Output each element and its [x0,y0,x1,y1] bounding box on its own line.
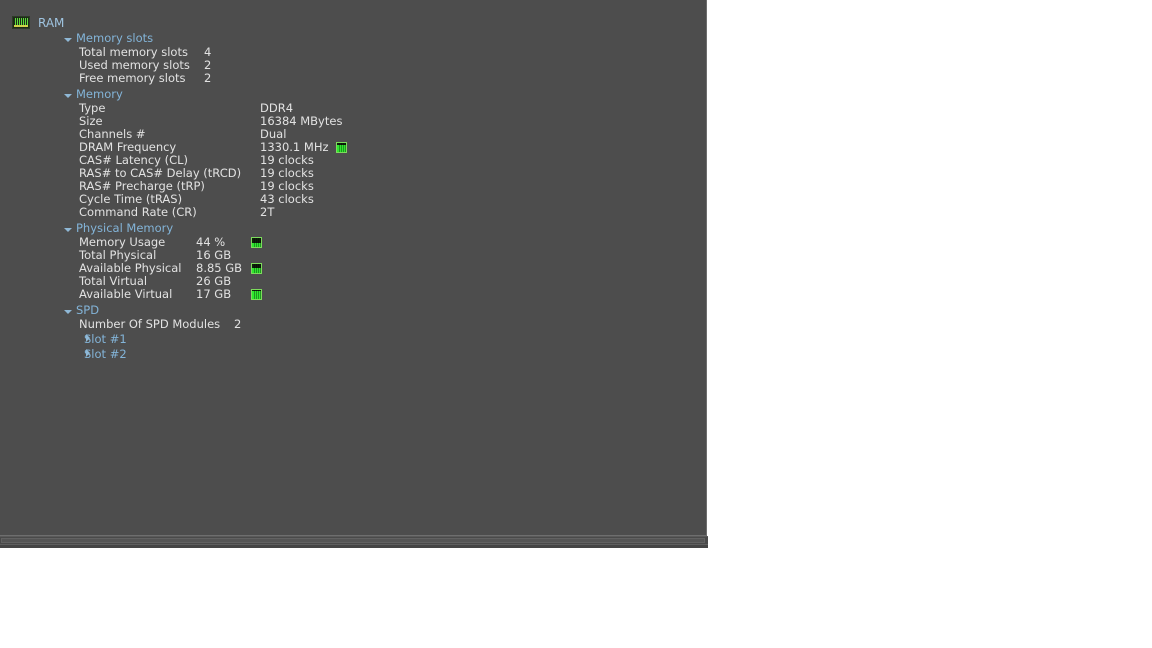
slot-label: Slot #1 [84,332,127,346]
available-physical-graph-icon[interactable] [251,263,262,274]
label: Free memory slots [79,71,186,85]
group-header-memory[interactable]: Memory [64,88,123,101]
row-memory-usage: Memory Usage 44 % [79,236,679,249]
label: Available Virtual [79,287,173,301]
row-available-virtual: Available Virtual 17 GB [79,288,679,301]
value: 2T [260,205,275,219]
label: Command Rate (CR) [79,205,197,219]
group-label: Memory slots [76,31,154,45]
label: Number Of SPD Modules [79,317,221,331]
tree-root-ram[interactable]: RAM [12,14,64,30]
group-header-physical-memory[interactable]: Physical Memory [64,222,173,235]
available-virtual-graph-icon[interactable] [251,289,262,300]
row-number-of-spd-modules: Number Of SPD Modules 2 [79,318,679,331]
group-header-spd[interactable]: SPD [64,304,99,317]
row-type: Type DDR4 [79,102,679,115]
horizontal-scrollbar[interactable] [0,536,708,545]
tree-node-slot-1[interactable]: Slot #1 [84,333,127,346]
ram-info-panel: RAM Memory slots Total memory slots 4 Us… [0,0,707,536]
group-label: Physical Memory [76,221,174,235]
group-header-memory-slots[interactable]: Memory slots [64,32,153,45]
chevron-down-icon[interactable] [64,306,73,315]
chevron-down-icon[interactable] [64,34,73,43]
value: 2 [204,71,212,85]
horizontal-scrollbar-thumb[interactable] [1,538,705,543]
dram-frequency-graph-icon[interactable] [336,142,347,153]
window-bottom-edge [0,545,708,548]
root-label: RAM [38,15,65,30]
group-label: Memory [76,87,123,101]
chevron-down-icon[interactable] [64,224,73,233]
tree-node-slot-2[interactable]: Slot #2 [84,348,127,361]
value: 17 GB [196,287,232,301]
ram-stick-icon [12,16,30,29]
row-available-physical: Available Physical 8.85 GB [79,262,679,275]
slot-label: Slot #2 [84,347,127,361]
row-size: Size 16384 MBytes [79,115,679,128]
memory-usage-graph-icon[interactable] [251,237,262,248]
value: 2 [234,317,242,331]
row-free-memory-slots: Free memory slots 2 [79,72,679,85]
row-command-rate: Command Rate (CR) 2T [79,206,679,219]
group-label: SPD [76,303,100,317]
chevron-down-icon[interactable] [64,90,73,99]
